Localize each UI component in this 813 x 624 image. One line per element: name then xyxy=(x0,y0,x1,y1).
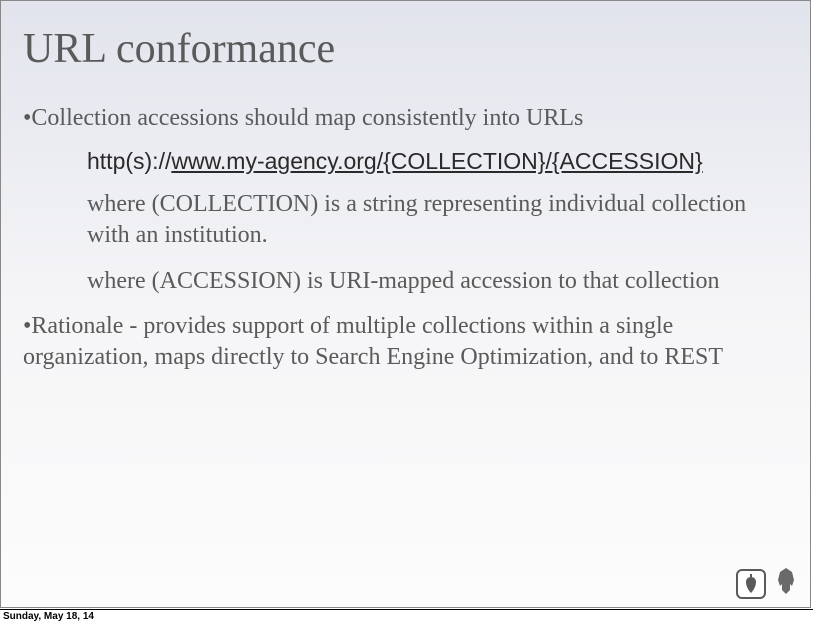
acorn-icon xyxy=(736,569,766,599)
slide: URL conformance •Collection accessions s… xyxy=(0,0,811,608)
sub-text-1: where (COLLECTION) is a string represent… xyxy=(87,189,748,251)
slide-title: URL conformance xyxy=(23,25,788,73)
sub-text-2: where (ACCESSION) is URI-mapped accessio… xyxy=(87,266,748,297)
date-footer: Sunday, May 18, 14 xyxy=(0,609,813,624)
spartan-icon xyxy=(772,566,800,601)
bullet-1: •Collection accessions should map consis… xyxy=(23,103,788,134)
bullet-1-text: Collection accessions should map consist… xyxy=(31,105,583,131)
date-text: Sunday, May 18, 14 xyxy=(3,611,94,622)
bullet-2-text: Rationale - provides support of multiple… xyxy=(23,313,723,370)
bullet-2: •Rationale - provides support of multipl… xyxy=(23,311,788,373)
footer-icons xyxy=(736,566,800,601)
url-main: www.my-agency.org/{COLLECTION}/{ACCESSIO… xyxy=(171,148,702,174)
url-template: http(s)://www.my-agency.org/{COLLECTION}… xyxy=(87,148,788,175)
url-prefix: http(s):// xyxy=(87,148,171,174)
